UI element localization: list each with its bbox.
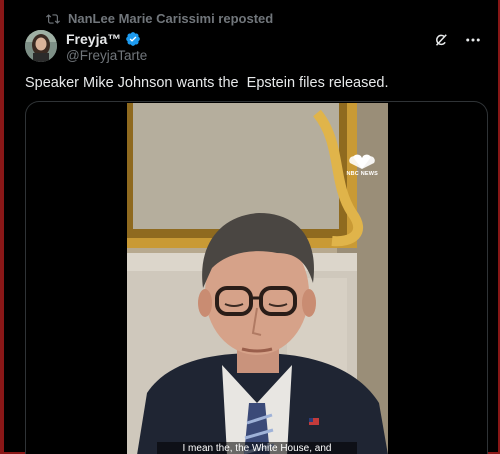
tweet-actions: [432, 31, 482, 49]
video-caption: I mean the, the White House, and: [157, 442, 357, 454]
author-name-row[interactable]: Freyja™: [66, 31, 141, 47]
repost-text: NanLee Marie Carissimi reposted: [68, 11, 274, 26]
verified-badge-icon: [126, 32, 141, 46]
repost-indicator[interactable]: NanLee Marie Carissimi reposted: [46, 11, 273, 26]
media-container[interactable]: NBC NEWS I mean the, the White House, an…: [25, 101, 488, 454]
avatar[interactable]: [25, 30, 57, 62]
more-options-icon[interactable]: [464, 31, 482, 49]
video-player[interactable]: NBC NEWS I mean the, the White House, an…: [127, 103, 388, 454]
repost-icon: [46, 13, 60, 24]
nbc-peacock-logo: [349, 154, 376, 169]
author-handle[interactable]: @FreyjaTarte: [66, 48, 147, 63]
network-logo: NBC NEWS: [346, 154, 378, 177]
author-display-name[interactable]: Freyja™: [66, 31, 121, 47]
network-label: NBC NEWS: [346, 171, 378, 177]
tweet-text: Speaker Mike Johnson wants the Epstein f…: [25, 75, 389, 91]
grok-icon[interactable]: [432, 31, 450, 49]
